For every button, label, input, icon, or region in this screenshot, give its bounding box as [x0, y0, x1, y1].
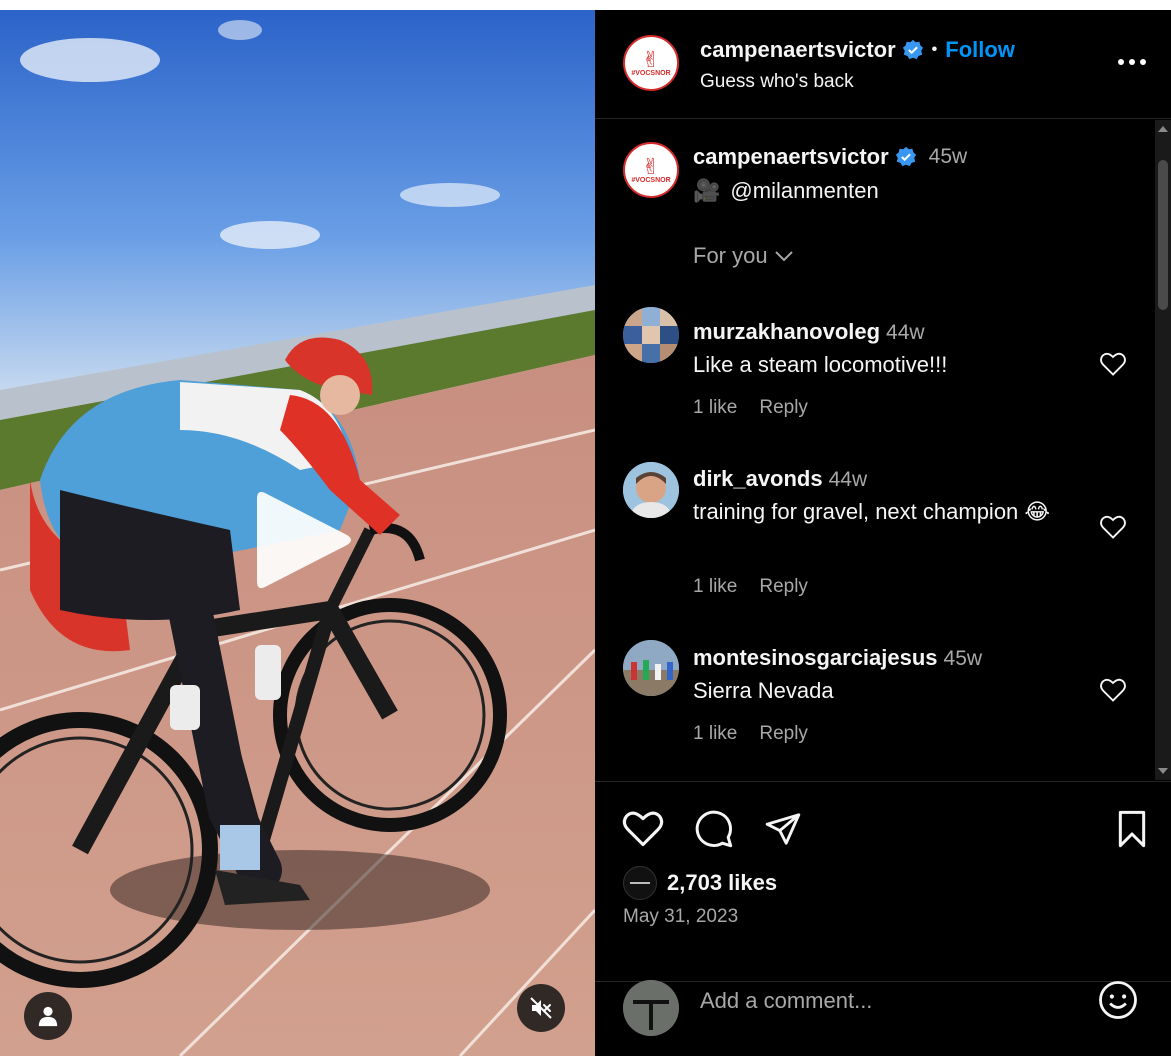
share-button[interactable]: [761, 807, 805, 851]
caption-mention[interactable]: @milanmenten: [730, 178, 878, 204]
vocsnor-logo-text: #VOCSNOR: [631, 176, 671, 184]
comment-button[interactable]: [692, 807, 736, 851]
scroll-up-arrow[interactable]: [1158, 126, 1168, 132]
speaker-muted-icon: [530, 997, 552, 1019]
comment-text: Like a steam locomotive!!!: [693, 352, 948, 377]
comments-scrollbar[interactable]: [1155, 120, 1171, 780]
comment-username[interactable]: montesinosgarciajesus: [693, 645, 938, 670]
follow-button[interactable]: Follow: [945, 37, 1015, 63]
caption-user-line: campenaertsvictor 45w: [693, 144, 967, 170]
comment-likes[interactable]: 1 like: [693, 723, 737, 745]
caption-author-avatar[interactable]: ✌ #VOCSNOR: [623, 142, 679, 198]
separator-dot: •: [931, 41, 938, 58]
save-button[interactable]: [1110, 807, 1154, 851]
peace-hand-logo: ✌: [641, 46, 661, 72]
comment-likes[interactable]: 1 like: [693, 576, 737, 598]
video-player[interactable]: [0, 10, 595, 1056]
play-icon: [257, 491, 351, 589]
caption-username[interactable]: campenaertsvictor: [693, 144, 889, 170]
post-actions: 2,703 likes May 31, 2023: [595, 781, 1171, 981]
bookmark-icon: [1118, 810, 1146, 848]
verified-badge-icon: [902, 39, 923, 60]
comment-time[interactable]: 45w: [944, 647, 983, 670]
post-subtitle: Guess who's back: [700, 71, 854, 92]
play-button[interactable]: [242, 480, 362, 600]
comment-username[interactable]: murzakhanovoleg: [693, 319, 880, 344]
scroll-thumb[interactable]: [1158, 160, 1168, 310]
caption-time[interactable]: 45w: [929, 145, 968, 169]
tagged-users-button[interactable]: [24, 992, 72, 1040]
comment-meta: 1 like Reply: [693, 576, 808, 598]
comment-bubble-icon: [695, 810, 733, 848]
author-username[interactable]: campenaertsvictor: [700, 37, 896, 63]
peace-hand-logo: ✌: [641, 153, 661, 179]
reply-button[interactable]: Reply: [759, 397, 808, 419]
sort-label: For you: [693, 243, 768, 268]
avatar-face-image: [623, 462, 679, 518]
comment-meta: 1 like Reply: [693, 397, 808, 419]
current-user-avatar[interactable]: [623, 980, 679, 1036]
browser-top-edge: [0, 0, 1171, 10]
comment-meta: 1 like Reply: [693, 723, 808, 745]
post-header: ✌ #VOCSNOR campenaertsvictor • Follow Gu…: [595, 10, 1171, 119]
paper-plane-icon: [765, 813, 801, 845]
verified-badge-icon: [895, 146, 916, 167]
avatar-collage-image: [623, 307, 679, 363]
heart-icon[interactable]: [1099, 350, 1127, 378]
commenter-avatar[interactable]: [623, 307, 679, 363]
scroll-down-arrow[interactable]: [1158, 768, 1168, 774]
commenter-avatar[interactable]: [623, 462, 679, 518]
liker-logo-image: [628, 880, 652, 886]
comment-text: training for gravel, next champion 😂: [693, 499, 1051, 524]
heart-icon: [622, 811, 664, 847]
comment-username-line: murzakhanovoleg 44w: [693, 319, 925, 345]
comment-input[interactable]: [700, 981, 1080, 1021]
author-avatar[interactable]: ✌ #VOCSNOR: [623, 35, 679, 91]
reply-button[interactable]: Reply: [759, 576, 808, 598]
post-side-panel: ✌ #VOCSNOR campenaertsvictor • Follow Gu…: [595, 10, 1171, 1056]
comment-time[interactable]: 44w: [886, 321, 925, 344]
heart-icon[interactable]: [1099, 676, 1127, 704]
user-icon: [38, 1006, 58, 1027]
emoji-picker-icon[interactable]: [1097, 979, 1139, 1021]
comment-text: Sierra Nevada: [693, 678, 834, 703]
comment-username[interactable]: dirk_avonds: [693, 466, 823, 491]
comment-time[interactable]: 44w: [829, 468, 868, 491]
reply-button[interactable]: Reply: [759, 723, 808, 745]
caption-text: 🎥 @milanmenten: [693, 178, 879, 204]
like-button[interactable]: [621, 807, 665, 851]
post-date[interactable]: May 31, 2023: [623, 906, 738, 928]
more-options-button[interactable]: [1115, 52, 1149, 72]
avatar-bike-image: [623, 980, 679, 1036]
more-horizontal-icon: [1118, 59, 1146, 65]
comments-list[interactable]: ✌ #VOCSNOR campenaertsvictor 45w 🎥 @mila…: [595, 120, 1155, 780]
chevron-down-icon: [774, 251, 793, 262]
video-camera-emoji: 🎥: [693, 178, 721, 203]
likes-count[interactable]: 2,703 likes: [667, 870, 777, 896]
avatar-cycling-image: [623, 640, 679, 696]
commenter-avatar[interactable]: [623, 640, 679, 696]
heart-icon[interactable]: [1099, 513, 1127, 541]
header-user-line: campenaertsvictor • Follow: [700, 37, 1015, 63]
vocsnor-logo-text: #VOCSNOR: [631, 69, 671, 77]
comment-username-line: dirk_avonds 44w: [693, 466, 867, 492]
mute-button[interactable]: [517, 984, 565, 1032]
comment-username-line: montesinosgarciajesus 45w: [693, 645, 982, 671]
likes-summary[interactable]: 2,703 likes: [623, 866, 777, 900]
liker-avatar: [623, 866, 657, 900]
comment-sort-dropdown[interactable]: For you: [693, 243, 794, 269]
comment-likes[interactable]: 1 like: [693, 397, 737, 419]
